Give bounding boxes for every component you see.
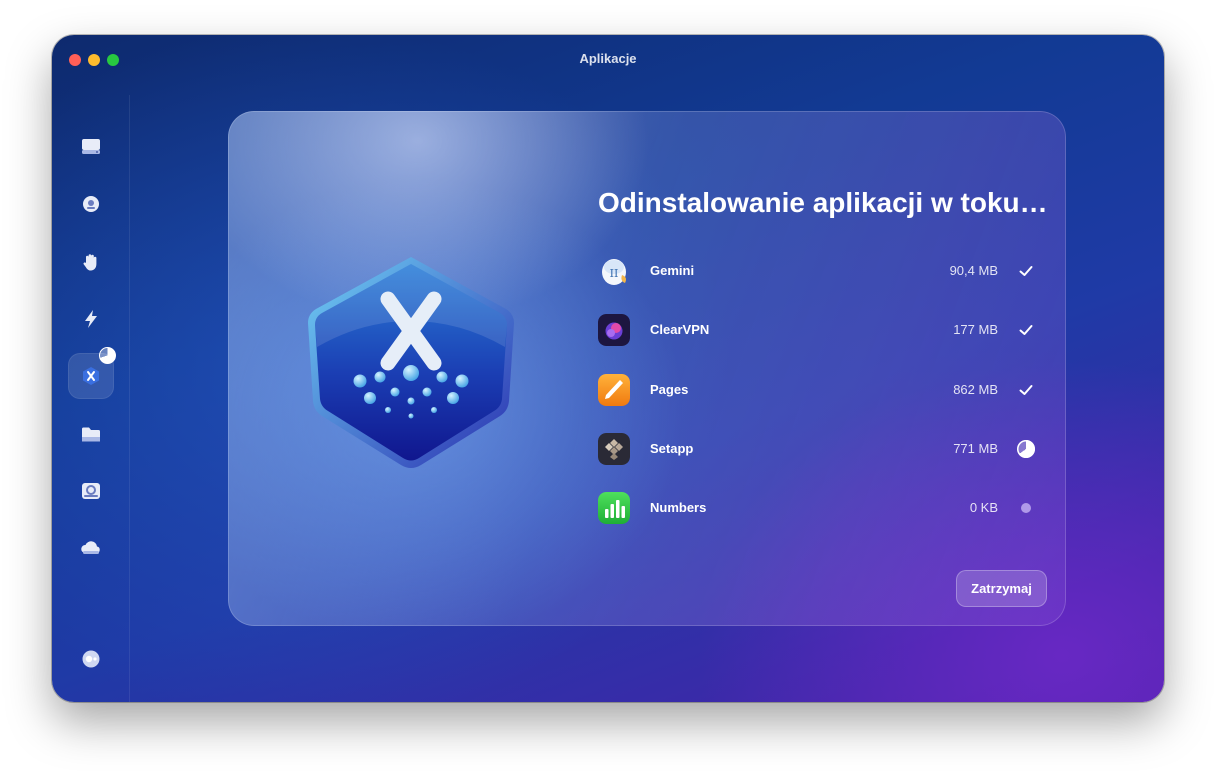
- app-name: ClearVPN: [650, 322, 710, 337]
- sidebar: [52, 95, 130, 702]
- clearvpn-icon: [598, 314, 630, 346]
- disk-icon: [82, 139, 100, 154]
- sidebar-item-speed[interactable]: [68, 296, 114, 342]
- sidebar-item-applications[interactable]: [68, 347, 116, 399]
- list-item: ClearVPN 177 MB: [596, 310, 1036, 350]
- app-size: 177 MB: [953, 322, 998, 337]
- sidebar-item-files[interactable]: [68, 411, 114, 457]
- checkmark-icon: [1016, 261, 1036, 281]
- app-name: Numbers: [650, 500, 707, 515]
- checkmark-icon: [1016, 380, 1036, 400]
- app-size: 771 MB: [953, 441, 998, 456]
- app-size: 0 KB: [969, 500, 998, 515]
- shield-icon: [83, 196, 99, 212]
- list-item: Setapp 771 MB: [596, 429, 1036, 469]
- pending-indicator: [1021, 503, 1031, 513]
- progress-pie-icon: [1016, 439, 1036, 459]
- app-uninstall-icon: [83, 367, 99, 385]
- pages-icon: [598, 374, 630, 406]
- sidebar-item-privacy[interactable]: [68, 239, 114, 285]
- app-size: 90,4 MB: [949, 263, 998, 278]
- page-title: Odinstalowanie aplikacji w toku…: [598, 187, 1048, 218]
- list-item: Numbers 0 KB: [596, 488, 1036, 528]
- app-name: Setapp: [650, 441, 694, 456]
- sidebar-item-cloud[interactable]: [68, 525, 114, 571]
- list-item: Pages 862 MB: [596, 370, 1036, 410]
- setapp-icon: [598, 433, 630, 465]
- app-name: Pages: [650, 382, 689, 397]
- gemini-icon: II: [602, 259, 626, 285]
- space-lens-icon: [82, 483, 100, 499]
- pending-dot-icon: [1016, 498, 1036, 518]
- sidebar-item-space-lens[interactable]: [68, 468, 114, 514]
- list-item: II Gemini 90,4 MB: [596, 251, 1036, 291]
- numbers-icon: [598, 492, 630, 524]
- sidebar-item-protection[interactable]: [68, 181, 114, 227]
- sidebar-item-assistant[interactable]: [68, 636, 114, 682]
- app-window: Aplikacje Odinstalowanie aplikacji w tok…: [52, 35, 1164, 702]
- uninstall-panel: Odinstalowanie aplikacji w toku… II Gemi…: [228, 111, 1066, 626]
- assistant-icon: [82, 650, 100, 668]
- app-size: 862 MB: [953, 382, 998, 397]
- app-uninstaller-hero-icon: [308, 257, 514, 468]
- svg-text:II: II: [610, 267, 619, 280]
- sidebar-item-cleanup[interactable]: [68, 123, 114, 169]
- app-name: Gemini: [650, 263, 695, 278]
- cloud-icon: [81, 541, 100, 554]
- progress-badge-icon: [99, 347, 116, 364]
- window-title: Aplikacje: [579, 51, 637, 66]
- stop-button[interactable]: Zatrzymaj: [956, 570, 1047, 607]
- checkmark-icon: [1016, 320, 1036, 340]
- uninstall-progress: [1017, 440, 1035, 458]
- folder-icon: [82, 427, 100, 442]
- hand-icon: [83, 254, 97, 271]
- lightning-icon: [85, 310, 97, 328]
